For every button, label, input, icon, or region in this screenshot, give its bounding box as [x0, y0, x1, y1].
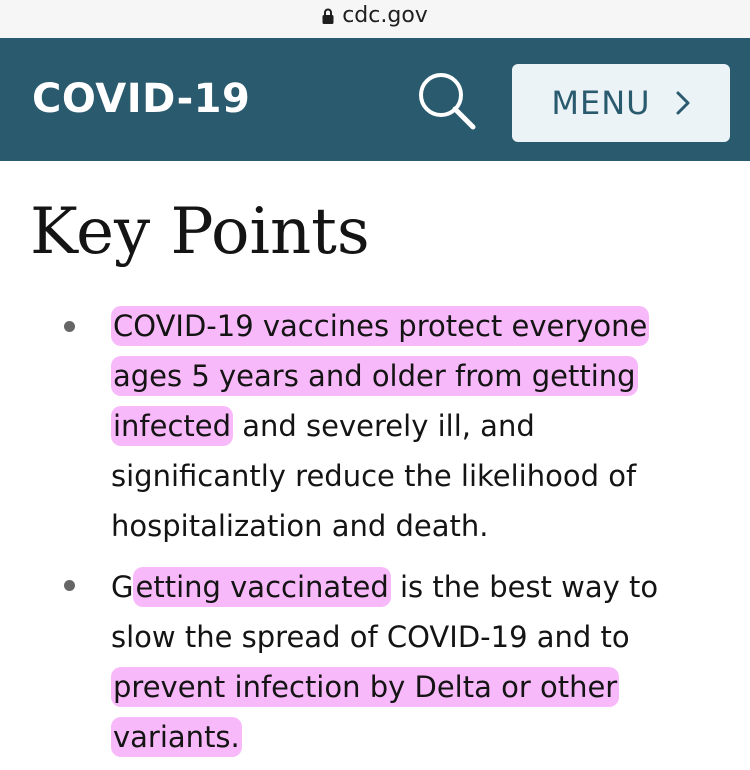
site-header: COVID-19 MENU [0, 38, 750, 161]
highlighted-text: prevent infection by Delta or other [111, 667, 620, 707]
browser-address-bar[interactable]: cdc.gov [0, 0, 750, 38]
highlighted-text: COVID-19 vaccines protect everyone [111, 306, 650, 346]
highlighted-text: variants. [111, 717, 242, 757]
search-icon [419, 73, 476, 130]
body-text: significantly reduce the likelihood of [111, 459, 637, 493]
search-button[interactable] [414, 68, 478, 132]
menu-label: MENU [551, 84, 651, 122]
url-text: cdc.gov [342, 3, 428, 28]
body-text: is the best way to [390, 570, 659, 604]
chevron-right-icon [675, 90, 691, 116]
menu-button[interactable]: MENU [512, 64, 730, 142]
lock-icon [322, 7, 334, 25]
highlighted-text: infected [111, 406, 234, 446]
body-text: G [111, 570, 134, 604]
body-text: slow the spread of COVID-19 and to [111, 620, 630, 654]
key-point-text: Getting vaccinated is the best way to sl… [111, 562, 741, 762]
site-title[interactable]: COVID-19 [32, 74, 250, 124]
key-point-text: COVID-19 vaccines protect everyone ages … [111, 301, 741, 551]
bullet-point [64, 580, 75, 591]
highlighted-text: etting vaccinated [133, 567, 391, 607]
page-title: Key Points [30, 195, 370, 269]
body-text: and severely ill, and [233, 409, 535, 443]
url-display[interactable]: cdc.gov [0, 2, 750, 30]
bullet-point [64, 321, 75, 332]
highlighted-text: ages 5 years and older from getting [111, 356, 638, 396]
body-text: hospitalization and death. [111, 509, 489, 543]
